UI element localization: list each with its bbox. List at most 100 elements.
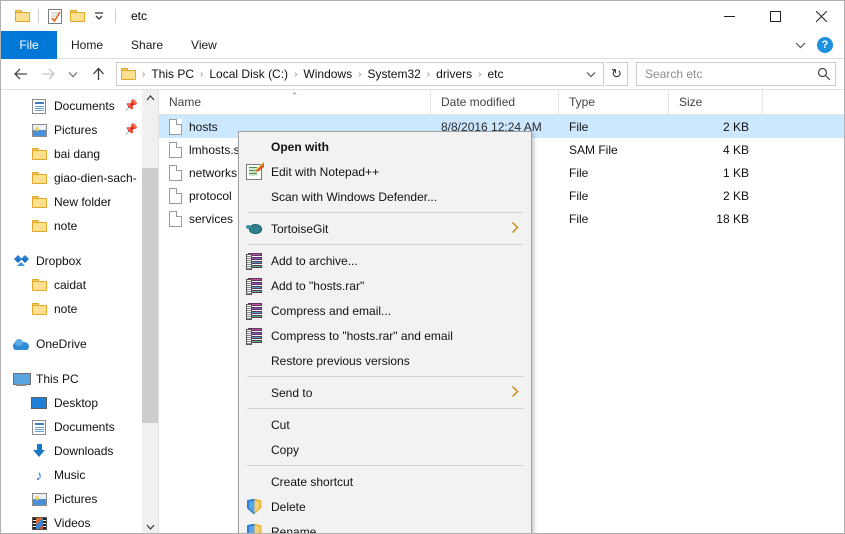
- back-button[interactable]: [7, 62, 33, 86]
- menu-icon-placeholder: [245, 473, 263, 491]
- search-input[interactable]: [645, 67, 817, 81]
- breadcrumb-item-local-disk[interactable]: Local Disk (C:): [205, 66, 292, 82]
- menu-item-delete[interactable]: Delete: [239, 494, 531, 519]
- file-size-cell: 4 KB: [722, 142, 749, 157]
- menu-item-label: Compress and email...: [271, 303, 392, 318]
- tab-file[interactable]: File: [1, 31, 57, 59]
- menu-item-rename[interactable]: Rename: [239, 519, 531, 534]
- menu-item-add-to-hosts-rar[interactable]: Add to "hosts.rar": [239, 273, 531, 298]
- sidebar-item-label: Videos: [54, 516, 91, 530]
- folder-icon: [31, 194, 47, 210]
- recent-locations-button[interactable]: [63, 62, 83, 86]
- column-header-name[interactable]: ⌃ Name: [159, 90, 431, 115]
- sidebar-item-videos[interactable]: Videos: [1, 511, 158, 533]
- menu-item-add-to-archive[interactable]: Add to archive...: [239, 248, 531, 273]
- menu-item-edit-with-notepad-plus-plus[interactable]: Edit with Notepad++: [239, 159, 531, 184]
- breadcrumb-item-etc[interactable]: etc: [484, 66, 508, 82]
- scroll-down-icon[interactable]: [142, 519, 158, 533]
- sidebar-item-documents-quick[interactable]: Documents 📌: [1, 94, 158, 118]
- breadcrumb[interactable]: › This PC › Local Disk (C:) › Windows › …: [116, 62, 604, 86]
- column-header-date-modified[interactable]: Date modified: [431, 90, 559, 115]
- address-bar: › This PC › Local Disk (C:) › Windows › …: [1, 59, 844, 89]
- forward-button[interactable]: [35, 62, 61, 86]
- menu-item-label: Copy: [271, 442, 300, 457]
- menu-item-cut[interactable]: Cut: [239, 412, 531, 437]
- sidebar-scrollbar[interactable]: [142, 90, 158, 533]
- menu-icon-placeholder: [245, 384, 263, 402]
- ribbon-right-controls: ?: [789, 31, 840, 59]
- column-label: Date modified: [441, 95, 516, 109]
- breadcrumb-item-system32[interactable]: System32: [363, 66, 424, 82]
- file-name-label: networks: [189, 165, 238, 180]
- sidebar-item-bai-dang[interactable]: bai dang: [1, 142, 158, 166]
- menu-item-restore-previous-versions[interactable]: Restore previous versions: [239, 348, 531, 373]
- file-icon: [169, 187, 182, 204]
- sidebar-item-note-dropbox[interactable]: note: [1, 297, 158, 321]
- minimize-button[interactable]: [706, 1, 752, 31]
- sidebar-item-label: Pictures: [54, 492, 98, 506]
- folder-icon: [31, 218, 47, 234]
- help-icon[interactable]: ?: [817, 37, 833, 53]
- menu-item-compress-to-hosts-rar-and-email[interactable]: Compress to "hosts.rar" and email: [239, 323, 531, 348]
- sidebar-item-desktop[interactable]: Desktop: [1, 391, 158, 415]
- sidebar-item-new-folder[interactable]: New folder: [1, 190, 158, 214]
- column-label: Size: [679, 95, 703, 109]
- close-button[interactable]: [798, 1, 844, 31]
- new-folder-icon[interactable]: [66, 5, 88, 27]
- folder-icon: [31, 301, 47, 317]
- maximize-button[interactable]: [752, 1, 798, 31]
- folder-icon[interactable]: [11, 5, 33, 27]
- breadcrumb-dropdown-icon[interactable]: [581, 63, 601, 85]
- sidebar-item-label: bai dang: [54, 147, 101, 161]
- pin-icon[interactable]: 📌: [124, 123, 138, 136]
- menu-item-copy[interactable]: Copy: [239, 437, 531, 462]
- sidebar-item-onedrive[interactable]: OneDrive: [1, 332, 158, 356]
- menu-item-compress-and-email[interactable]: Compress and email...: [239, 298, 531, 323]
- menu-icon-placeholder: [245, 352, 263, 370]
- column-header-size[interactable]: Size: [669, 90, 763, 115]
- sidebar-item-note-quick[interactable]: note: [1, 214, 158, 238]
- breadcrumb-item-this-pc[interactable]: This PC: [147, 66, 198, 82]
- ribbon-tab-bar: File Home Share View ?: [1, 31, 844, 59]
- sidebar-item-caidat[interactable]: caidat: [1, 273, 158, 297]
- sidebar-item-documents[interactable]: Documents: [1, 415, 158, 439]
- column-header-type[interactable]: Type: [559, 90, 669, 115]
- qat-divider-1: [38, 9, 39, 23]
- menu-item-label: Compress to "hosts.rar" and email: [271, 328, 453, 343]
- sidebar-item-label: Dropbox: [36, 254, 82, 268]
- menu-item-label: Rename: [271, 524, 317, 534]
- menu-item-label: Scan with Windows Defender...: [271, 189, 438, 204]
- search-box[interactable]: [636, 62, 836, 86]
- scroll-up-icon[interactable]: [142, 90, 158, 106]
- customize-qat-icon[interactable]: [88, 5, 110, 27]
- navigation-list: Documents 📌 Pictures 📌 bai dang giao-die…: [1, 90, 158, 533]
- properties-icon[interactable]: [44, 5, 66, 27]
- sidebar-item-pictures[interactable]: Pictures: [1, 487, 158, 511]
- menu-item-tortoisegit[interactable]: TortoiseGit: [239, 216, 531, 241]
- tab-share[interactable]: Share: [117, 31, 177, 59]
- menu-item-label: TortoiseGit: [271, 221, 329, 236]
- file-size-cell: 1 KB: [722, 165, 749, 180]
- sidebar-item-pictures-quick[interactable]: Pictures 📌: [1, 118, 158, 142]
- tab-view[interactable]: View: [177, 31, 231, 59]
- expand-ribbon-icon[interactable]: [789, 34, 811, 56]
- sidebar-item-downloads[interactable]: Downloads: [1, 439, 158, 463]
- up-button[interactable]: [85, 62, 111, 86]
- sidebar-item-music[interactable]: ♪ Music: [1, 463, 158, 487]
- menu-item-send-to[interactable]: Send to: [239, 380, 531, 405]
- sidebar-item-giao-dien-sach[interactable]: giao-dien-sach-: [1, 166, 158, 190]
- context-menu: Open with Edit with Notepad++ Scan with …: [238, 131, 532, 534]
- menu-item-create-shortcut[interactable]: Create shortcut: [239, 469, 531, 494]
- pin-icon[interactable]: 📌: [124, 99, 138, 112]
- breadcrumb-item-windows[interactable]: Windows: [299, 66, 356, 82]
- breadcrumb-separator-2: ›: [294, 68, 298, 80]
- tab-home[interactable]: Home: [57, 31, 117, 59]
- refresh-button[interactable]: ↻: [606, 62, 628, 86]
- sidebar-item-dropbox[interactable]: Dropbox: [1, 249, 158, 273]
- breadcrumb-item-drivers[interactable]: drivers: [432, 66, 476, 82]
- menu-item-open-with[interactable]: Open with: [239, 134, 531, 159]
- sidebar-scrollbar-thumb[interactable]: [142, 168, 158, 423]
- sidebar-item-this-pc[interactable]: This PC: [1, 367, 158, 391]
- folder-icon: [31, 170, 47, 186]
- menu-item-scan-with-windows-defender[interactable]: Scan with Windows Defender...: [239, 184, 531, 209]
